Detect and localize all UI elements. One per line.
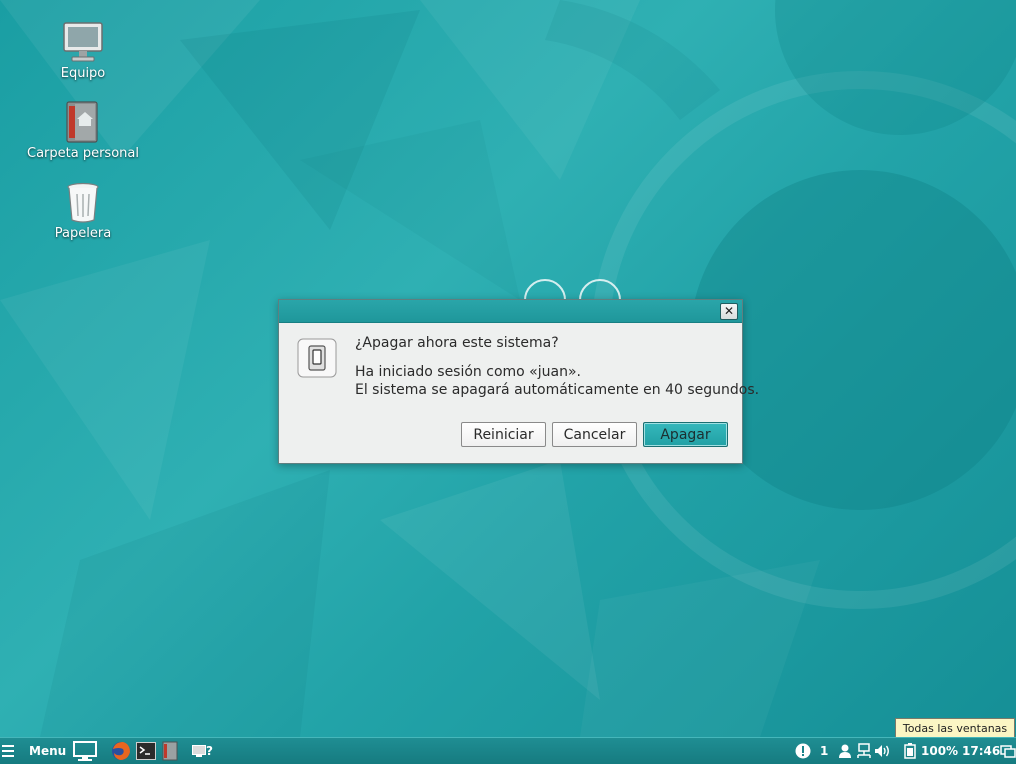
file-manager-icon[interactable] (161, 738, 179, 764)
dialog-titlebar[interactable]: ✕ (279, 300, 742, 323)
screenshot-launcher[interactable]: ? (192, 738, 213, 764)
dialog-countdown-info: El sistema se apagará automáticamente en… (355, 382, 760, 398)
desktop-icon-label: Carpeta personal (27, 146, 139, 161)
all-windows-icon[interactable] (1000, 738, 1016, 764)
clock[interactable]: 17:46 (962, 738, 1000, 764)
desktop-icon-carpeta-personal[interactable]: Carpeta personal (18, 100, 148, 162)
desktop-icon-label: Equipo (60, 66, 106, 81)
show-desktop-icon[interactable] (73, 738, 97, 764)
restart-button[interactable]: Reiniciar (461, 422, 546, 447)
cancel-button[interactable]: Cancelar (552, 422, 637, 447)
terminal-icon[interactable] (136, 738, 156, 764)
computer-icon (63, 22, 103, 62)
screen-icon (192, 745, 206, 757)
workspace-indicator[interactable]: 1 (820, 738, 828, 764)
close-button[interactable]: ✕ (720, 303, 738, 320)
power-switch-icon (297, 338, 337, 378)
desktop-icon-equipo[interactable]: Equipo (18, 20, 148, 82)
firefox-icon[interactable] (111, 738, 131, 764)
user-icon[interactable] (838, 738, 852, 764)
home-folder-icon (66, 101, 98, 143)
desktop-icon-label: Papelera (54, 226, 112, 241)
battery-level: 100% (921, 744, 959, 758)
shutdown-dialog: ✕ ¿Apagar ahora este sistema? Ha iniciad… (278, 299, 759, 464)
volume-icon[interactable] (874, 738, 892, 764)
poweroff-button[interactable]: Apagar (643, 422, 728, 447)
dialog-session-info: Ha iniciado sesión como «juan». (355, 364, 581, 380)
battery-icon[interactable] (904, 738, 916, 764)
dialog-question: ¿Apagar ahora este sistema? (355, 335, 559, 351)
menu-icon[interactable] (2, 738, 16, 764)
menu-button[interactable]: Menu (29, 738, 66, 764)
trash-icon (67, 182, 99, 223)
desktop-icon-papelera[interactable]: Papelera (18, 180, 148, 242)
taskbar-panel: Menu ? 1 100% 17:46 (0, 737, 1016, 764)
desktop: Equipo Carpeta personal Papelera ✕ ¿Apag… (0, 0, 1016, 737)
network-icon[interactable] (856, 738, 872, 764)
alert-icon[interactable] (795, 738, 811, 764)
launcher-question-mark: ? (206, 744, 213, 758)
